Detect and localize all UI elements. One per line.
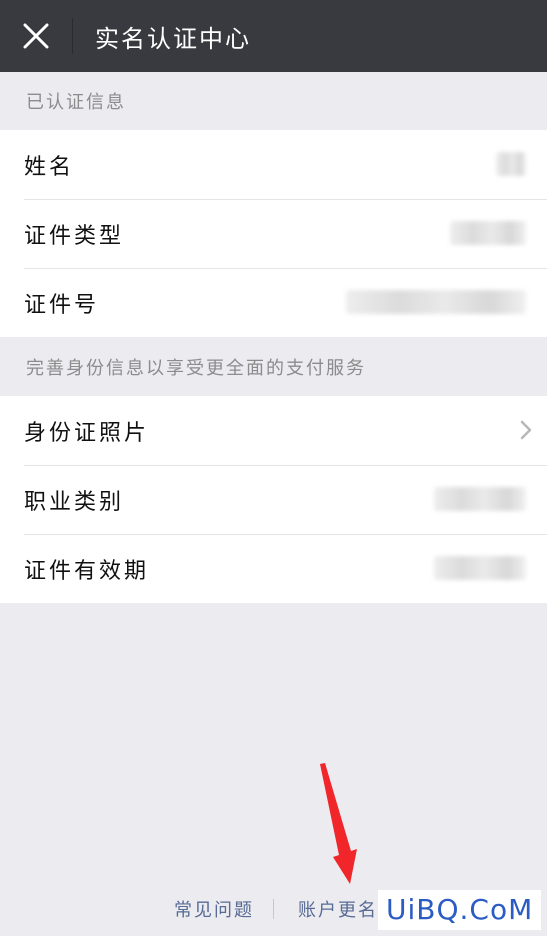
row-label-name: 姓名 [24, 154, 75, 180]
row-label-id-number: 证件号 [24, 292, 100, 318]
row-id-number: 证件号 [0, 268, 547, 337]
section-header-improve: 完善身份信息以享受更全面的支付服务 [26, 357, 366, 379]
row-id-type: 证件类型 [0, 199, 547, 268]
row-occupation[interactable]: 职业类别 [0, 465, 547, 534]
nav-divider [72, 18, 73, 54]
verified-info-group: 姓名 证件类型 证件号 [0, 130, 547, 337]
page-title: 实名认证中心 [95, 24, 251, 53]
footer-divider [273, 899, 274, 919]
row-id-photo[interactable]: 身份证照片 [0, 396, 547, 465]
redacted-occupation-value [434, 487, 526, 511]
row-label-id-validity: 证件有效期 [24, 558, 150, 584]
faq-link[interactable]: 常见问题 [174, 896, 254, 922]
redacted-id-number-value [346, 290, 526, 314]
account-rename-link[interactable]: 账户更名 [298, 896, 378, 922]
chevron-right-icon [520, 420, 532, 440]
nav-bar: 实名认证中心 [0, 0, 547, 72]
redacted-id-type-value [450, 221, 526, 245]
redacted-name-value [496, 152, 526, 176]
row-id-validity[interactable]: 证件有效期 [0, 534, 547, 603]
close-button[interactable] [0, 0, 72, 72]
close-icon [23, 23, 49, 49]
watermark-logo: UiBQ.CoM [378, 890, 542, 930]
section-header-verified: 已认证信息 [26, 92, 126, 113]
row-label-occupation: 职业类别 [24, 489, 125, 515]
redacted-validity-value [434, 556, 526, 580]
row-name: 姓名 [0, 130, 547, 199]
improve-info-group: 身份证照片 职业类别 证件有效期 [0, 396, 547, 603]
row-label-id-photo: 身份证照片 [24, 420, 150, 446]
row-label-id-type: 证件类型 [24, 223, 125, 249]
